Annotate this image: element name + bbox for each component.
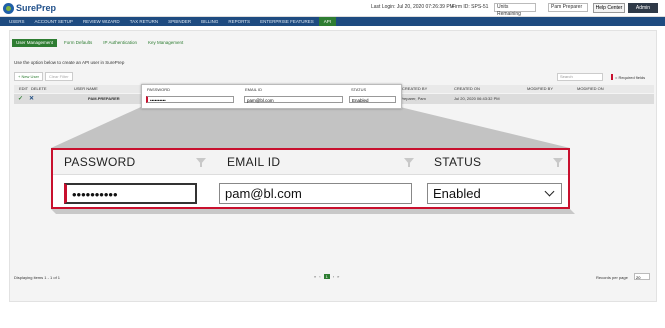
password-input[interactable]: •••••••••• [64,183,197,204]
inline-edit-small: PASSWORD EMAIL ID STATUS •••••••••• pam@… [141,84,402,109]
small-email-input[interactable]: pam@bl.com [244,96,343,103]
zoom-status-col: STATUS [434,150,481,174]
inline-edit-zoom: PASSWORD EMAIL ID STATUS •••••••••• pam@… [51,148,570,209]
filter-icon[interactable] [196,158,206,167]
small-email-header: EMAIL ID [245,87,262,92]
small-status-select[interactable]: Enabled [349,96,396,103]
zoom-email-col: EMAIL ID [227,150,280,174]
zoom-header-row: PASSWORD EMAIL ID STATUS [53,150,568,175]
small-password-input[interactable]: •••••••••• [146,96,234,103]
filter-icon[interactable] [404,158,414,167]
small-password-header: PASSWORD [147,87,171,92]
zoom-password-col: PASSWORD [64,150,136,174]
zoom-password-header: PASSWORD [64,155,136,169]
email-input[interactable]: pam@bl.com [219,183,412,204]
filter-icon[interactable] [553,158,563,167]
status-value: Enabled [433,186,481,201]
small-status-header: STATUS [351,87,367,92]
zoom-status-header: STATUS [434,155,482,169]
chevron-down-icon [544,186,555,197]
status-select[interactable]: Enabled [427,183,562,204]
zoom-email-header: EMAIL ID [227,155,281,169]
